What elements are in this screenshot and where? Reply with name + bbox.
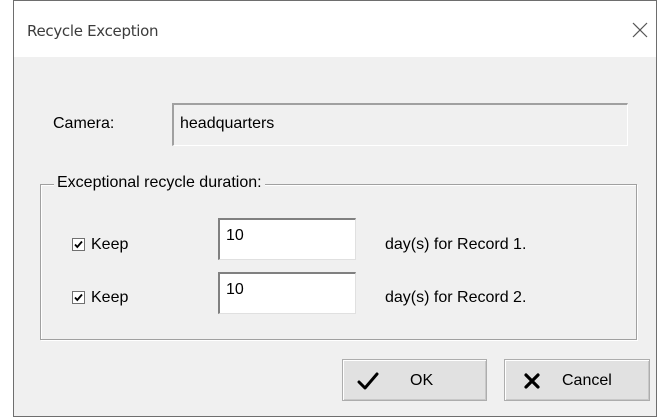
camera-label: Camera: [53,115,115,132]
close-icon[interactable] [629,19,651,41]
title-bar: Recycle Exception [14,1,656,57]
cancel-button[interactable]: Cancel [504,359,650,401]
x-mark-icon [524,373,540,389]
days-record-1-input[interactable]: 10 [218,218,356,260]
ok-button[interactable]: OK [342,359,487,401]
checkmark-icon [74,240,83,249]
window-title: Recycle Exception [27,22,159,40]
recycle-exception-dialog: Recycle Exception Camera: headquarters E… [13,0,657,417]
keep-record-2-label: Keep [91,289,129,306]
ok-button-label: OK [410,372,434,389]
group-legend: Exceptional recycle duration: [54,174,265,192]
camera-field: headquarters [172,103,628,146]
days-record-2-suffix: day(s) for Record 2. [385,289,527,306]
days-record-1-suffix: day(s) for Record 1. [385,236,527,253]
keep-record-2-checkbox[interactable] [72,291,85,304]
recycle-duration-group [40,184,637,340]
cancel-button-label: Cancel [562,372,612,389]
keep-record-1-label: Keep [91,236,129,253]
checkmark-icon [74,293,83,302]
checkmark-icon [357,372,379,390]
days-record-2-input[interactable]: 10 [218,272,356,314]
keep-record-1-checkbox[interactable] [72,238,85,251]
